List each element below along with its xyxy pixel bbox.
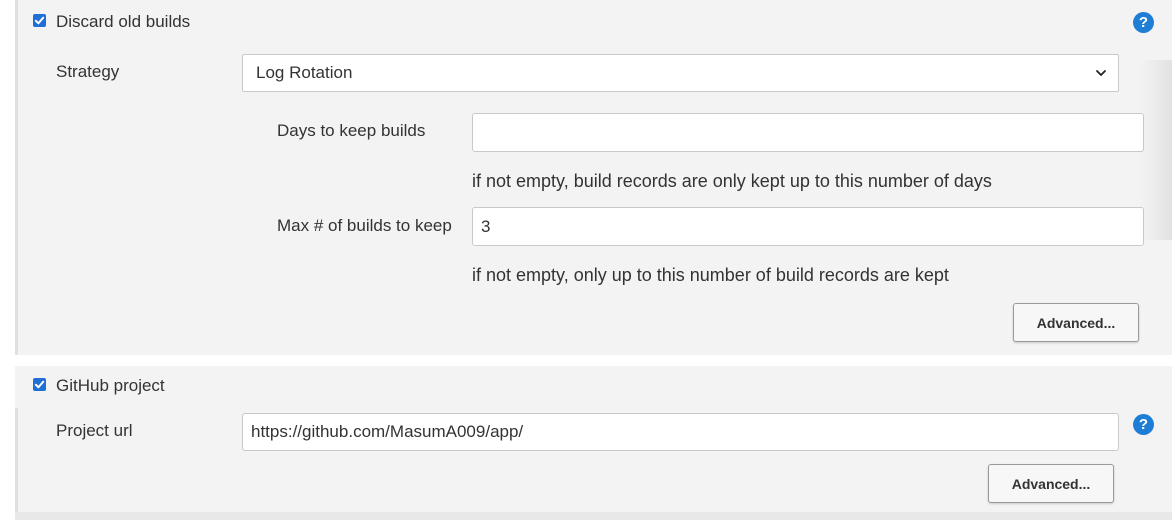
- github-project-label[interactable]: GitHub project: [56, 376, 165, 396]
- max-builds-input[interactable]: [472, 207, 1144, 246]
- github-project-row: [15, 366, 1172, 408]
- panel-left-border: [15, 0, 18, 355]
- chevron-down-icon: [1096, 70, 1106, 76]
- max-builds-hint: if not empty, only up to this number of …: [472, 265, 949, 285]
- checkmark-icon: [34, 16, 45, 25]
- github-advanced-button[interactable]: Advanced...: [988, 464, 1114, 503]
- panel-bottom-edge: [15, 512, 1172, 520]
- days-to-keep-input[interactable]: [472, 113, 1144, 152]
- strategy-label: Strategy: [56, 62, 120, 81]
- github-project-checkbox[interactable]: [33, 378, 46, 391]
- project-url-label: Project url: [56, 421, 133, 440]
- help-icon[interactable]: ?: [1133, 12, 1154, 33]
- scroll-shadow: [1140, 60, 1172, 240]
- project-url-input[interactable]: [242, 413, 1119, 451]
- discard-old-builds-checkbox[interactable]: [33, 14, 46, 27]
- help-icon[interactable]: ?: [1133, 414, 1154, 435]
- strategy-selected-value: Log Rotation: [256, 63, 353, 82]
- strategy-select[interactable]: Log Rotation: [242, 54, 1119, 92]
- discard-old-builds-label[interactable]: Discard old builds: [56, 12, 190, 32]
- checkmark-icon: [34, 380, 45, 389]
- panel-left-border: [15, 408, 18, 512]
- discard-advanced-button[interactable]: Advanced...: [1013, 303, 1139, 342]
- section-gap: [15, 355, 1172, 366]
- max-builds-label: Max # of builds to keep: [277, 216, 452, 235]
- days-to-keep-hint: if not empty, build records are only kep…: [472, 171, 992, 191]
- days-to-keep-label: Days to keep builds: [277, 121, 426, 140]
